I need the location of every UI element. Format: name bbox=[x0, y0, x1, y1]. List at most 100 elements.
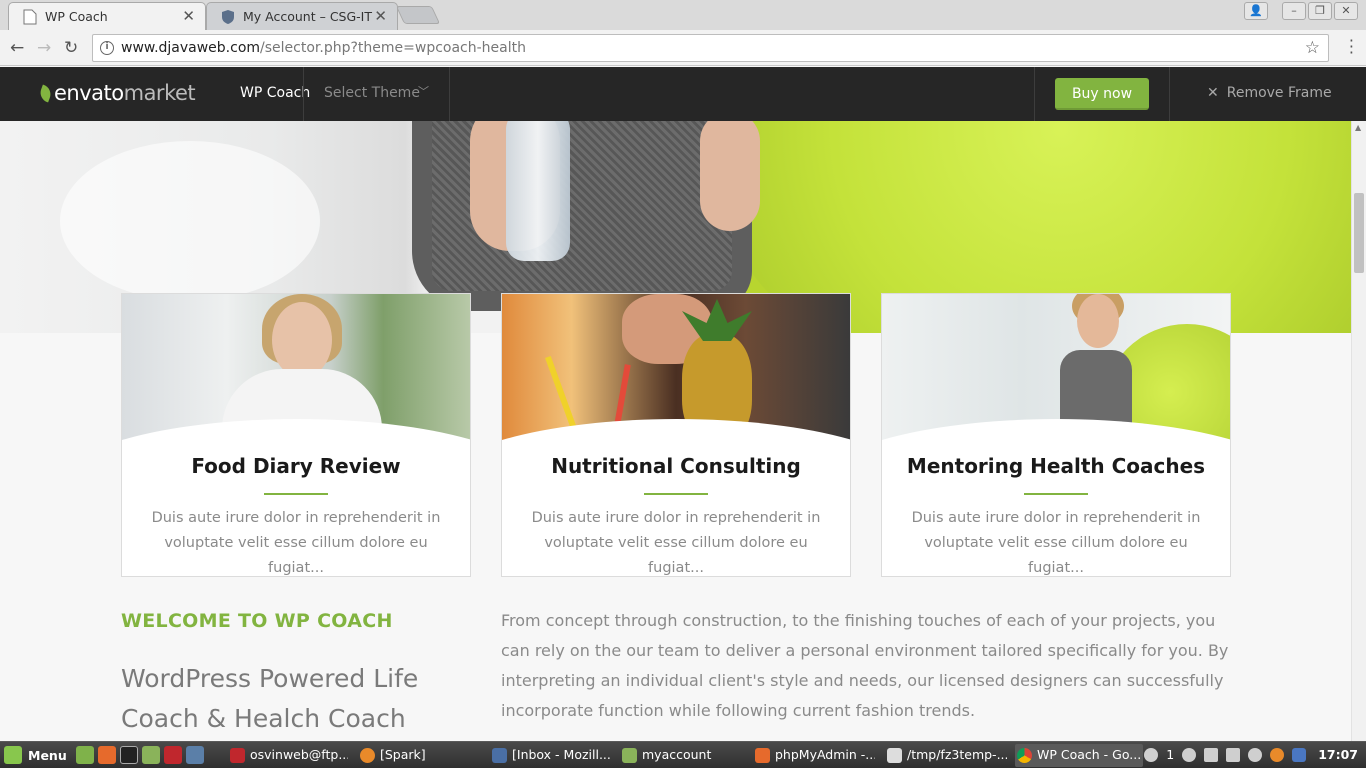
taskbar-item-label: osvinweb@ftp.... bbox=[250, 747, 348, 762]
terminal-icon[interactable] bbox=[120, 746, 138, 764]
tray-count: 1 bbox=[1166, 747, 1175, 762]
back-arrow-icon[interactable]: ← bbox=[10, 38, 24, 58]
photo-head bbox=[272, 302, 332, 378]
new-tab-button[interactable] bbox=[395, 6, 441, 24]
taskbar-item[interactable]: /tmp/fz3temp-... bbox=[885, 744, 1007, 767]
welcome-label: WELCOME TO WP COACH bbox=[121, 610, 393, 632]
tab-title: My Account – CSG-IT bbox=[243, 9, 373, 24]
clipboard-icon[interactable] bbox=[1204, 747, 1219, 762]
info-icon[interactable]: i bbox=[100, 41, 114, 55]
mint-logo-icon bbox=[4, 746, 22, 764]
files-icon[interactable] bbox=[142, 746, 160, 764]
hero-hand bbox=[700, 121, 760, 231]
buy-now-button[interactable]: Buy now bbox=[1055, 78, 1149, 110]
card-divider bbox=[1024, 493, 1088, 495]
shield-icon[interactable] bbox=[1292, 747, 1307, 762]
scrollbar-thumb[interactable] bbox=[1354, 193, 1364, 273]
service-card[interactable]: Mentoring Health Coaches Duis aute irure… bbox=[881, 293, 1231, 577]
current-theme-label: WP Coach bbox=[240, 85, 311, 101]
close-icon[interactable]: ✕ bbox=[182, 7, 195, 25]
filezilla-icon bbox=[230, 748, 245, 763]
text-editor-icon bbox=[887, 748, 902, 763]
url-text[interactable]: www.djavaweb.com/selector.php?theme=wpco… bbox=[121, 40, 526, 56]
window-controls: 👤 – ❐ ✕ bbox=[1244, 2, 1358, 20]
card-description: Duis aute irure dolor in reprehenderit i… bbox=[531, 510, 821, 576]
water-bottle bbox=[506, 121, 570, 261]
filezilla-icon[interactable] bbox=[164, 746, 182, 764]
desktop-icon[interactable] bbox=[76, 746, 94, 764]
remove-frame-link[interactable]: ✕ Remove Frame bbox=[1207, 85, 1332, 101]
minimize-button[interactable]: – bbox=[1282, 2, 1306, 20]
envato-market-logo[interactable]: envatomarket bbox=[37, 81, 196, 105]
forward-arrow-icon[interactable]: → bbox=[37, 38, 51, 58]
firefox-icon bbox=[755, 748, 770, 763]
card-divider bbox=[644, 493, 708, 495]
reload-icon[interactable]: ↻ bbox=[64, 38, 78, 58]
url-path: /selector.php?theme=wpcoach-health bbox=[260, 40, 526, 56]
alert-icon[interactable] bbox=[1144, 747, 1159, 762]
tab-title: WP Coach bbox=[45, 9, 108, 24]
page-icon bbox=[23, 9, 37, 25]
taskbar-item[interactable]: osvinweb@ftp.... bbox=[228, 744, 348, 767]
quick-launch bbox=[76, 746, 204, 764]
logo-market: market bbox=[123, 81, 196, 105]
chrome-icon bbox=[1017, 748, 1032, 763]
divider bbox=[449, 67, 450, 121]
url-domain: www.djavaweb.com bbox=[121, 40, 261, 56]
user-icon[interactable]: 👤 bbox=[1244, 2, 1268, 20]
divider bbox=[1034, 67, 1035, 121]
start-menu-button[interactable]: Menu bbox=[4, 746, 67, 764]
bookmark-star-icon[interactable]: ☆ bbox=[1305, 38, 1320, 58]
browser-toolbar: ← → ↻ i www.djavaweb.com/selector.php?th… bbox=[0, 30, 1366, 66]
taskbar-item-label: [Inbox - Mozill... bbox=[512, 747, 611, 762]
leaf-icon bbox=[37, 84, 54, 103]
logo-envato: envato bbox=[54, 81, 124, 105]
remove-frame-label: Remove Frame bbox=[1226, 85, 1332, 101]
page-viewport: Food Diary Review Duis aute irure dolor … bbox=[0, 121, 1351, 741]
close-icon: ✕ bbox=[1207, 85, 1219, 101]
card-title[interactable]: Nutritional Consulting bbox=[502, 454, 850, 478]
update-icon[interactable] bbox=[1270, 747, 1285, 762]
card-title[interactable]: Mentoring Health Coaches bbox=[882, 454, 1230, 478]
firefox-icon[interactable] bbox=[98, 746, 116, 764]
service-card[interactable]: Nutritional Consulting Duis aute irure d… bbox=[501, 293, 851, 577]
service-cards: Food Diary Review Duis aute irure dolor … bbox=[121, 293, 1231, 577]
welcome-body: From concept through construction, to th… bbox=[501, 611, 1229, 720]
taskbar-item[interactable]: myaccount bbox=[620, 744, 745, 767]
spark-icon bbox=[360, 748, 375, 763]
taskbar-item-label: WP Coach - Go... bbox=[1037, 747, 1142, 762]
taskbar-item[interactable]: phpMyAdmin -... bbox=[753, 744, 875, 767]
taskbar: Menu osvinweb@ftp.... [Spark] [Inbox - M… bbox=[0, 741, 1366, 768]
app-icon[interactable] bbox=[186, 746, 204, 764]
taskbar-item-label: [Spark] bbox=[380, 747, 426, 762]
volume-icon[interactable] bbox=[1248, 747, 1263, 762]
taskbar-item-label: myaccount bbox=[642, 747, 712, 762]
tab-my-account[interactable]: My Account – CSG-IT ✕ bbox=[206, 2, 398, 30]
envato-preview-bar: envatomarket WP Coach Select Theme ﹀ Buy… bbox=[0, 67, 1366, 121]
scroll-up-icon[interactable]: ▲ bbox=[1355, 123, 1361, 132]
restore-button[interactable]: ❐ bbox=[1308, 2, 1332, 20]
taskbar-item[interactable]: [Inbox - Mozill... bbox=[490, 744, 612, 767]
card-divider bbox=[264, 493, 328, 495]
shield-icon bbox=[222, 10, 234, 24]
taskbar-item[interactable]: WP Coach - Go... bbox=[1015, 744, 1143, 767]
menu-dots-icon[interactable]: · · · bbox=[1349, 33, 1354, 61]
page-scrollbar[interactable]: ▲ bbox=[1351, 121, 1366, 741]
divider bbox=[303, 67, 304, 121]
folder-icon bbox=[622, 748, 637, 763]
welcome-headline: WordPress Powered Life Coach & Healch Co… bbox=[121, 664, 419, 733]
close-window-button[interactable]: ✕ bbox=[1334, 2, 1358, 20]
hero-blur bbox=[60, 141, 320, 301]
address-bar[interactable]: i www.djavaweb.com/selector.php?theme=wp… bbox=[92, 34, 1329, 62]
clock[interactable]: 17:07 bbox=[1318, 747, 1358, 762]
chevron-down-icon[interactable]: ﹀ bbox=[418, 83, 429, 99]
select-theme-dropdown[interactable]: Select Theme bbox=[324, 85, 420, 101]
card-description: Duis aute irure dolor in reprehenderit i… bbox=[151, 510, 441, 576]
tab-wp-coach[interactable]: WP Coach ✕ bbox=[8, 2, 206, 30]
close-icon[interactable]: ✕ bbox=[374, 7, 387, 25]
service-card[interactable]: Food Diary Review Duis aute irure dolor … bbox=[121, 293, 471, 577]
pen-icon[interactable] bbox=[1226, 747, 1241, 762]
card-title[interactable]: Food Diary Review bbox=[122, 454, 470, 478]
user-icon[interactable] bbox=[1182, 747, 1197, 762]
taskbar-item[interactable]: [Spark] bbox=[358, 744, 478, 767]
